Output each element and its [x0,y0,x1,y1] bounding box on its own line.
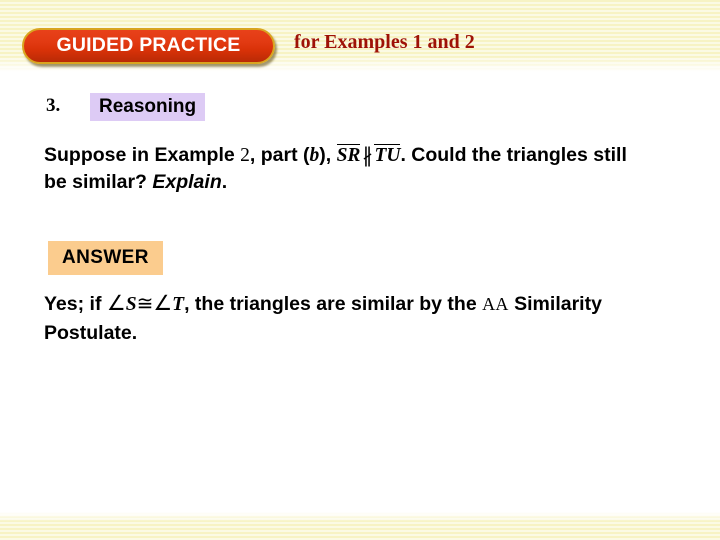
congruent-icon: ≅ [136,293,154,315]
answer-vertex-t: T [172,294,185,315]
answer-vertex-s: S [125,294,137,315]
guided-practice-badge-label: GUIDED PRACTICE [56,34,241,57]
question-emphasis-explain: Explain [152,171,222,193]
answer-text: Yes; if ∠S≅∠T, the triangles are similar… [44,289,654,347]
question-type-tag: Reasoning [90,93,206,121]
question-text-segment-2: , part ( [249,144,310,166]
segment-sr: SR [336,144,361,166]
answer-tag: ANSWER [48,241,163,275]
angle-icon-2: ∠ [153,291,173,315]
slide-canvas: GUIDED PRACTICE for Examples 1 and 2 3. … [0,0,720,540]
question-number: 3. [46,95,61,116]
question-text-segment-5: . [221,171,228,193]
header-subtitle: for Examples 1 and 2 [294,31,475,53]
question-text-segment-3: ), [319,144,337,166]
answer-postulate-abbrev: AA [482,294,509,314]
bottom-decorative-band [0,512,720,540]
answer-text-segment-2: , the triangles are similar by the [184,293,483,315]
question-text-segment-1: Suppose in Example [44,144,241,166]
segment-tu: TU [374,144,401,166]
question-example-number: 2 [240,145,250,166]
question-part-letter: b [309,145,320,166]
answer-text-segment-1: Yes; if [44,293,107,315]
not-parallel-icon: ∦ [362,145,373,167]
question-text: Suppose in Example 2, part (b), SR ∦ TU. C… [44,142,644,196]
angle-icon-1: ∠ [106,291,126,315]
guided-practice-badge: GUIDED PRACTICE [22,28,275,64]
